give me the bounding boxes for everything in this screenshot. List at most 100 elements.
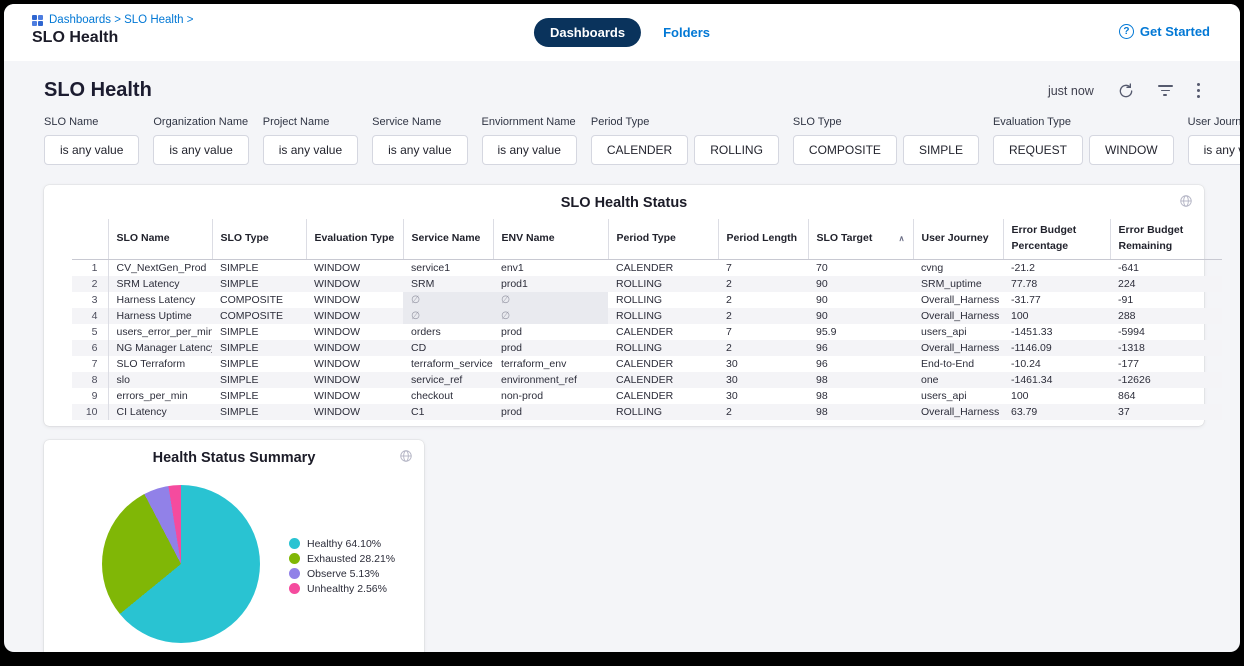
table-cell: CI Latency	[108, 404, 212, 420]
table-cell: orders	[403, 324, 493, 340]
column-header[interactable]: SLO Target∧	[808, 219, 913, 259]
table-row[interactable]: 5users_error_per_minSIMPLEWINDOWorderspr…	[72, 324, 1222, 340]
table-row[interactable]: 3Harness LatencyCOMPOSITEWINDOW∅∅ROLLING…	[72, 292, 1222, 308]
table-cell: 98	[808, 388, 913, 404]
column-header[interactable]: User Journey	[913, 219, 1003, 259]
table-cell: -12626	[1110, 372, 1222, 388]
table-cell: 77.78	[1003, 276, 1110, 292]
table-cell: Harness Latency	[108, 292, 212, 308]
table-cell: env1	[493, 259, 608, 276]
legend-item[interactable]: Unhealthy 2.56%	[289, 583, 395, 595]
legend-item[interactable]: Observe 5.13%	[289, 568, 395, 580]
table-row[interactable]: 2SRM LatencySIMPLEWINDOWSRMprod1ROLLING2…	[72, 276, 1222, 292]
legend-item[interactable]: Exhausted 28.21%	[289, 553, 395, 565]
table-cell: COMPOSITE	[212, 292, 306, 308]
column-header[interactable]: Period Length	[718, 219, 808, 259]
filter-value-button[interactable]: SIMPLE	[903, 135, 979, 165]
table-cell: -641	[1110, 259, 1222, 276]
column-header[interactable]: ENV Name	[493, 219, 608, 259]
table-cell: WINDOW	[306, 340, 403, 356]
filter-value-button[interactable]: CALENDER	[591, 135, 688, 165]
table-row[interactable]: 1CV_NextGen_ProdSIMPLEWINDOWservice1env1…	[72, 259, 1222, 276]
table-cell: prod1	[493, 276, 608, 292]
table-cell: users_error_per_min	[108, 324, 212, 340]
table-cell: 2	[718, 340, 808, 356]
table-row[interactable]: 4Harness UptimeCOMPOSITEWINDOW∅∅ROLLING2…	[72, 308, 1222, 324]
filter-group: Service Name is any value	[372, 116, 467, 165]
table-cell: prod	[493, 324, 608, 340]
table-cell: 96	[808, 356, 913, 372]
filter-values: REQUESTWINDOW	[993, 135, 1174, 165]
row-number: 9	[72, 388, 108, 404]
get-started-link[interactable]: ? Get Started	[1119, 24, 1210, 39]
table-cell: 100	[1003, 308, 1110, 324]
tab-folders[interactable]: Folders	[663, 25, 710, 40]
table-cell: -10.24	[1003, 356, 1110, 372]
column-header[interactable]: SLO Name	[108, 219, 212, 259]
tab-dashboards[interactable]: Dashboards	[534, 18, 641, 47]
column-header[interactable]: Period Type	[608, 219, 718, 259]
filter-value-button[interactable]: is any value	[44, 135, 139, 165]
table-cell: 288	[1110, 308, 1222, 324]
filter-values: is any value	[263, 135, 358, 165]
table-cell: 2	[718, 308, 808, 324]
column-header[interactable]: Service Name	[403, 219, 493, 259]
filter-value-button[interactable]: is any value	[263, 135, 358, 165]
table-row[interactable]: 6NG Manager LatencySIMPLEWINDOWCDprodROL…	[72, 340, 1222, 356]
filter-value-button[interactable]: is any value	[372, 135, 467, 165]
filter-value-button[interactable]: is any value	[1188, 135, 1240, 165]
table-row[interactable]: 8sloSIMPLEWINDOWservice_refenvironment_r…	[72, 372, 1222, 388]
legend-label: Exhausted 28.21%	[307, 553, 395, 565]
table-cell: SIMPLE	[212, 276, 306, 292]
table-cell: WINDOW	[306, 259, 403, 276]
filter-group: Organization Name is any value	[153, 116, 248, 165]
column-header[interactable]: Error Budget Remaining	[1110, 219, 1222, 259]
table-row[interactable]: 7SLO TerraformSIMPLEWINDOWterraform_serv…	[72, 356, 1222, 372]
filter-value-button[interactable]: COMPOSITE	[793, 135, 897, 165]
globe-icon[interactable]	[1179, 194, 1193, 213]
filter-value-button[interactable]: REQUEST	[993, 135, 1083, 165]
table-cell: 30	[718, 388, 808, 404]
table-cell: CV_NextGen_Prod	[108, 259, 212, 276]
table-cell: -1318	[1110, 340, 1222, 356]
filter-button[interactable]	[1158, 85, 1173, 96]
filter-value-button[interactable]: is any value	[482, 135, 577, 165]
globe-icon[interactable]	[399, 449, 413, 468]
table-cell: CALENDER	[608, 259, 718, 276]
table-cell: 30	[718, 356, 808, 372]
more-options-button[interactable]	[1197, 83, 1200, 98]
filter-values: CALENDERROLLING	[591, 135, 779, 165]
pie-chart[interactable]	[102, 485, 260, 643]
legend-dot-icon	[289, 568, 300, 579]
row-number: 7	[72, 356, 108, 372]
column-header[interactable]: Evaluation Type	[306, 219, 403, 259]
table-cell: WINDOW	[306, 292, 403, 308]
top-bar: Dashboards > SLO Health > SLO Health Das…	[4, 4, 1240, 61]
table-cell: users_api	[913, 324, 1003, 340]
table-cell: WINDOW	[306, 388, 403, 404]
table-cell: 2	[718, 404, 808, 420]
table-row[interactable]: 10CI LatencySIMPLEWINDOWC1prodROLLING298…	[72, 404, 1222, 420]
table-row[interactable]: 9errors_per_minSIMPLEWINDOWcheckoutnon-p…	[72, 388, 1222, 404]
table-cell: -31.77	[1003, 292, 1110, 308]
breadcrumb[interactable]: Dashboards > SLO Health >	[49, 14, 193, 26]
table-cell: ∅	[493, 308, 608, 324]
table-cell: checkout	[403, 388, 493, 404]
table-cell: prod	[493, 404, 608, 420]
column-header[interactable]: SLO Type	[212, 219, 306, 259]
table-cell: CD	[403, 340, 493, 356]
table-cell: 96	[808, 340, 913, 356]
table-cell: WINDOW	[306, 324, 403, 340]
table-cell: ROLLING	[608, 404, 718, 420]
sort-asc-icon: ∧	[899, 233, 905, 245]
refresh-button[interactable]	[1118, 83, 1134, 99]
row-number: 8	[72, 372, 108, 388]
filter-value-button[interactable]: ROLLING	[694, 135, 779, 165]
legend-item[interactable]: Healthy 64.10%	[289, 538, 395, 550]
filter-value-button[interactable]: WINDOW	[1089, 135, 1174, 165]
column-header[interactable]: Error Budget Percentage	[1003, 219, 1110, 259]
filter-value-button[interactable]: is any value	[153, 135, 248, 165]
table-cell: ROLLING	[608, 276, 718, 292]
table-cell: 7	[718, 259, 808, 276]
table-cell: COMPOSITE	[212, 308, 306, 324]
